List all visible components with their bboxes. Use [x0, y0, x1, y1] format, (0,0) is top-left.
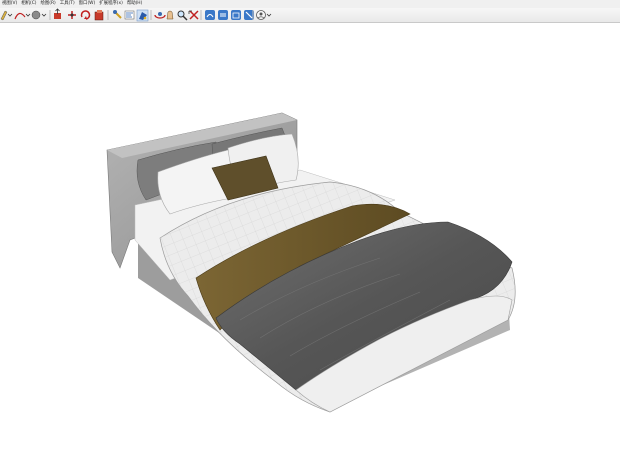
bed-model: [106, 112, 516, 413]
move-icon[interactable]: [68, 11, 76, 19]
extension-warehouse-icon[interactable]: [218, 10, 228, 20]
pan-icon[interactable]: [166, 10, 174, 20]
arc-icon[interactable]: [14, 12, 31, 20]
tape-measure-icon[interactable]: [113, 10, 122, 19]
push-pull-icon[interactable]: [54, 8, 61, 19]
orbit-icon[interactable]: [154, 12, 166, 19]
follow-me-icon[interactable]: [94, 10, 104, 21]
sphere-icon[interactable]: [31, 10, 47, 20]
menu-help[interactable]: 帮助(H): [125, 0, 145, 8]
menu-bar: 视图(V) 相机(C) 绘图(R) 工具(T) 窗口(W) 扩展程序(x) 帮助…: [0, 0, 620, 8]
rotate-icon[interactable]: [80, 10, 91, 20]
model-viewport[interactable]: [0, 23, 620, 466]
pencil-icon[interactable]: [0, 10, 13, 21]
layout-icon[interactable]: [231, 10, 241, 20]
menu-window[interactable]: 窗口(W): [77, 0, 98, 8]
menu-camera[interactable]: 相机(C): [19, 0, 38, 8]
zoom-extents-icon[interactable]: [188, 10, 199, 20]
warehouse-icon[interactable]: [205, 10, 215, 20]
menu-draw[interactable]: 绘图(R): [39, 0, 58, 8]
toolbar: [0, 8, 620, 23]
paint-bucket-icon[interactable]: [136, 9, 149, 22]
text-icon[interactable]: [124, 10, 135, 20]
menu-view[interactable]: 视图(V): [0, 0, 19, 8]
account-icon[interactable]: [256, 10, 272, 20]
zoom-icon[interactable]: [177, 10, 188, 21]
menu-extensions[interactable]: 扩展程序(x): [97, 0, 125, 8]
menu-tools[interactable]: 工具(T): [58, 0, 77, 8]
